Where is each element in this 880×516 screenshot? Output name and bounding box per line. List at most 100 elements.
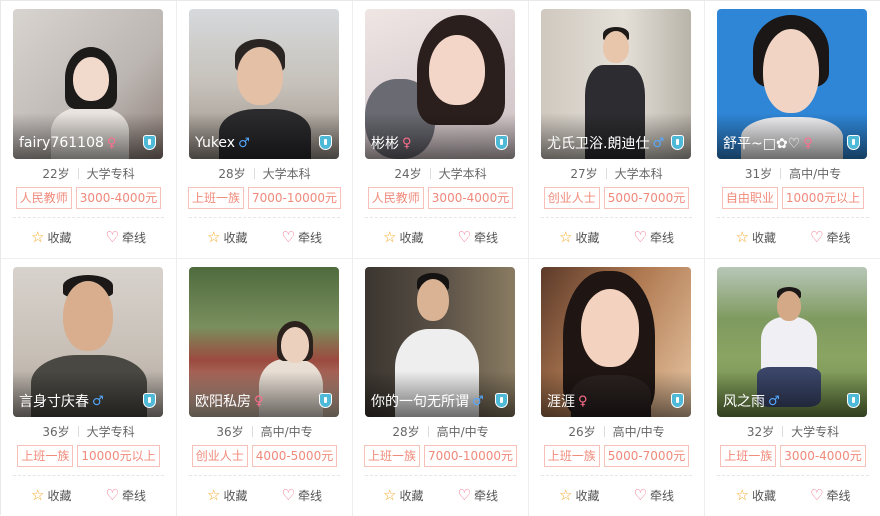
profile-nickname: 风之雨 <box>723 394 765 410</box>
verified-shield-icon <box>847 135 860 150</box>
card-actions: ☆ 收藏 ♡ 牵线 <box>529 228 704 246</box>
profile-photo[interactable]: 言身寸庆春 ♂ <box>13 267 163 417</box>
occupation-tag: 创业人士 <box>191 445 248 467</box>
match-button[interactable]: ♡ 牵线 <box>810 486 850 504</box>
card-actions: ☆ 收藏 ♡ 牵线 <box>177 228 352 246</box>
favorite-button[interactable]: ☆ 收藏 <box>559 228 599 246</box>
profile-info: 31岁 高中/中专 <box>705 165 880 181</box>
match-button[interactable]: ♡ 牵线 <box>458 486 498 504</box>
profile-photo[interactable]: 彬彬 ♀ <box>365 9 515 159</box>
profile-photo[interactable]: fairy761108 ♀ <box>13 9 163 159</box>
dashed-divider <box>541 217 692 218</box>
divider <box>782 425 784 437</box>
favorite-label: 收藏 <box>47 230 72 245</box>
favorite-button[interactable]: ☆ 收藏 <box>207 228 247 246</box>
favorite-button[interactable]: ☆ 收藏 <box>736 486 776 504</box>
profile-photo[interactable]: Yukex ♂ <box>189 9 339 159</box>
profile-info: 28岁 高中/中专 <box>353 423 528 439</box>
male-symbol-icon: ♂ <box>652 135 665 151</box>
favorite-label: 收藏 <box>575 488 600 503</box>
occupation-tag: 上班一族 <box>187 187 244 209</box>
profile-photo[interactable]: 涯涯 ♀ <box>541 267 691 417</box>
favorite-button[interactable]: ☆ 收藏 <box>736 228 776 246</box>
divider <box>251 425 253 437</box>
divider <box>77 167 79 179</box>
profile-info: 36岁 大学专科 <box>1 423 176 439</box>
favorite-label: 收藏 <box>751 488 776 503</box>
income-tag: 4000-5000元 <box>251 445 338 467</box>
match-label: 牵线 <box>826 230 851 245</box>
verified-shield-icon <box>671 135 684 150</box>
star-outline-icon: ☆ <box>207 227 221 246</box>
verified-shield-icon <box>495 135 508 150</box>
profile-card: fairy761108 ♀ 22岁 大学专科 人民教师 3000-4000元 ☆… <box>1 1 177 259</box>
profile-tags: 创业人士 5000-7000元 <box>529 187 704 209</box>
favorite-button[interactable]: ☆ 收藏 <box>31 486 71 504</box>
match-button[interactable]: ♡ 牵线 <box>810 228 850 246</box>
favorite-button[interactable]: ☆ 收藏 <box>31 228 71 246</box>
occupation-tag: 人民教师 <box>367 187 424 209</box>
match-button[interactable]: ♡ 牵线 <box>282 228 322 246</box>
heart-outline-icon: ♡ <box>633 485 647 504</box>
income-tag: 3000-4000元 <box>780 445 866 467</box>
female-symbol-icon: ♀ <box>803 135 813 151</box>
favorite-button[interactable]: ☆ 收藏 <box>383 486 423 504</box>
profile-info: 22岁 大学专科 <box>1 165 176 181</box>
card-actions: ☆ 收藏 ♡ 牵线 <box>1 486 176 504</box>
occupation-tag: 自由职业 <box>721 187 778 209</box>
profile-nickname: 舒平~□✿♡ <box>723 136 801 152</box>
profile-tags: 自由职业 10000元以上 <box>705 187 880 209</box>
divider <box>253 167 255 179</box>
verified-shield-icon <box>319 135 332 150</box>
match-button[interactable]: ♡ 牵线 <box>282 486 322 504</box>
match-button[interactable]: ♡ 牵线 <box>106 486 146 504</box>
dashed-divider <box>189 475 340 476</box>
divider <box>427 425 429 437</box>
match-button[interactable]: ♡ 牵线 <box>634 486 674 504</box>
favorite-button[interactable]: ☆ 收藏 <box>383 228 423 246</box>
star-outline-icon: ☆ <box>559 485 573 504</box>
profile-nickname: 欧阳私房 <box>195 394 251 410</box>
match-label: 牵线 <box>826 488 851 503</box>
profile-photo[interactable]: 欧阳私房 ♀ <box>189 267 339 417</box>
profile-education: 大学本科 <box>614 166 663 181</box>
profile-tags: 人民教师 3000-4000元 <box>1 187 176 209</box>
heart-outline-icon: ♡ <box>810 227 824 246</box>
match-label: 牵线 <box>649 488 674 503</box>
profile-tags: 上班一族 3000-4000元 <box>705 445 880 467</box>
profile-photo[interactable]: 尤氏卫浴.朗迪仕 ♂ <box>541 9 691 159</box>
occupation-tag: 人民教师 <box>15 187 72 209</box>
star-outline-icon: ☆ <box>207 485 221 504</box>
heart-outline-icon: ♡ <box>105 227 119 246</box>
profile-grid: fairy761108 ♀ 22岁 大学专科 人民教师 3000-4000元 ☆… <box>0 0 880 516</box>
profile-tags: 上班一族 7000-10000元 <box>353 445 528 467</box>
match-button[interactable]: ♡ 牵线 <box>458 228 498 246</box>
profile-photo[interactable]: 舒平~□✿♡ ♀ <box>717 9 867 159</box>
profile-age: 28岁 <box>218 166 246 181</box>
profile-info: 32岁 大学专科 <box>705 423 880 439</box>
dashed-divider <box>365 217 516 218</box>
favorite-button[interactable]: ☆ 收藏 <box>559 486 599 504</box>
match-button[interactable]: ♡ 牵线 <box>106 228 146 246</box>
profile-photo[interactable]: 你的一句无所谓 ♂ <box>365 267 515 417</box>
card-actions: ☆ 收藏 ♡ 牵线 <box>353 228 528 246</box>
match-button[interactable]: ♡ 牵线 <box>634 228 674 246</box>
star-outline-icon: ☆ <box>383 485 397 504</box>
profile-education: 大学专科 <box>86 424 135 439</box>
profile-age: 36岁 <box>42 424 70 439</box>
profile-age: 27岁 <box>570 166 598 181</box>
profile-tags: 上班一族 10000元以上 <box>1 445 176 467</box>
favorite-button[interactable]: ☆ 收藏 <box>207 486 247 504</box>
verified-shield-icon <box>671 393 684 408</box>
female-symbol-icon: ♀ <box>106 135 117 151</box>
profile-education: 高中/中专 <box>436 424 489 439</box>
profile-age: 36岁 <box>216 424 244 439</box>
dashed-divider <box>365 475 516 476</box>
profile-card: 舒平~□✿♡ ♀ 31岁 高中/中专 自由职业 10000元以上 ☆ 收藏 ♡ 牵线 <box>705 1 880 259</box>
occupation-tag: 上班一族 <box>543 445 600 467</box>
verified-shield-icon <box>495 393 508 408</box>
profile-photo[interactable]: 风之雨 ♂ <box>717 267 867 417</box>
female-symbol-icon: ♀ <box>578 393 588 409</box>
favorite-label: 收藏 <box>399 230 424 245</box>
dashed-divider <box>717 475 869 476</box>
